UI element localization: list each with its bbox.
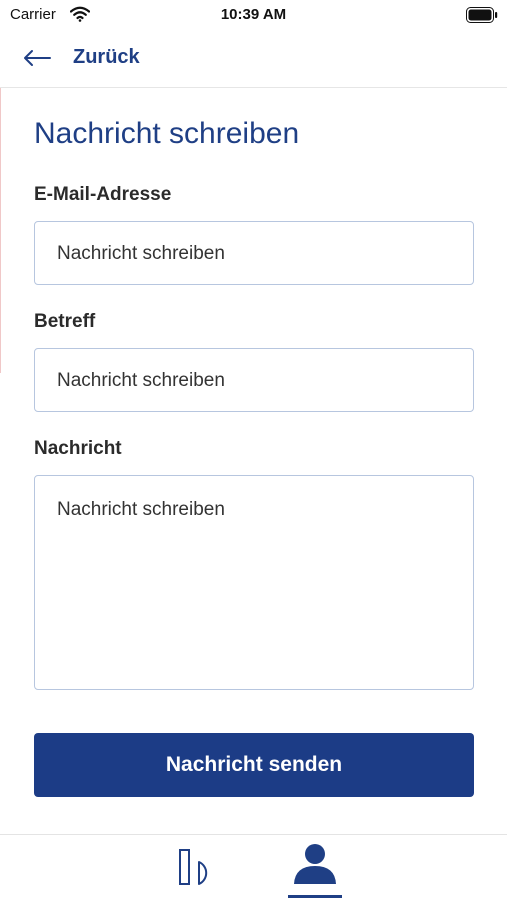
user-icon bbox=[280, 844, 350, 892]
back-arrow-icon[interactable] bbox=[22, 48, 52, 73]
document-icon bbox=[170, 849, 230, 892]
left-accent-line bbox=[0, 88, 1, 373]
tabbar-divider bbox=[0, 834, 507, 835]
status-time: 10:39 AM bbox=[220, 6, 287, 23]
back-button[interactable]: Zurück bbox=[73, 46, 140, 69]
nav-divider bbox=[0, 87, 507, 88]
nav-bar: Zurück bbox=[0, 36, 507, 84]
subject-label: Betreff bbox=[34, 311, 96, 332]
subject-field[interactable]: Nachricht schreiben bbox=[34, 348, 474, 412]
page-title: Nachricht schreiben bbox=[34, 117, 300, 150]
tab-documents[interactable] bbox=[170, 840, 230, 900]
tab-profile[interactable] bbox=[280, 840, 350, 900]
message-label: Nachricht bbox=[34, 438, 122, 459]
status-bar: Carrier 10:39 AM bbox=[0, 0, 507, 30]
send-message-button[interactable]: Nachricht senden bbox=[34, 733, 474, 797]
battery-icon bbox=[466, 7, 498, 28]
email-field[interactable]: Nachricht schreiben bbox=[34, 221, 474, 285]
message-textarea[interactable]: Nachricht schreiben bbox=[34, 475, 474, 690]
active-tab-indicator bbox=[288, 895, 342, 898]
email-label: E-Mail-Adresse bbox=[34, 184, 172, 205]
